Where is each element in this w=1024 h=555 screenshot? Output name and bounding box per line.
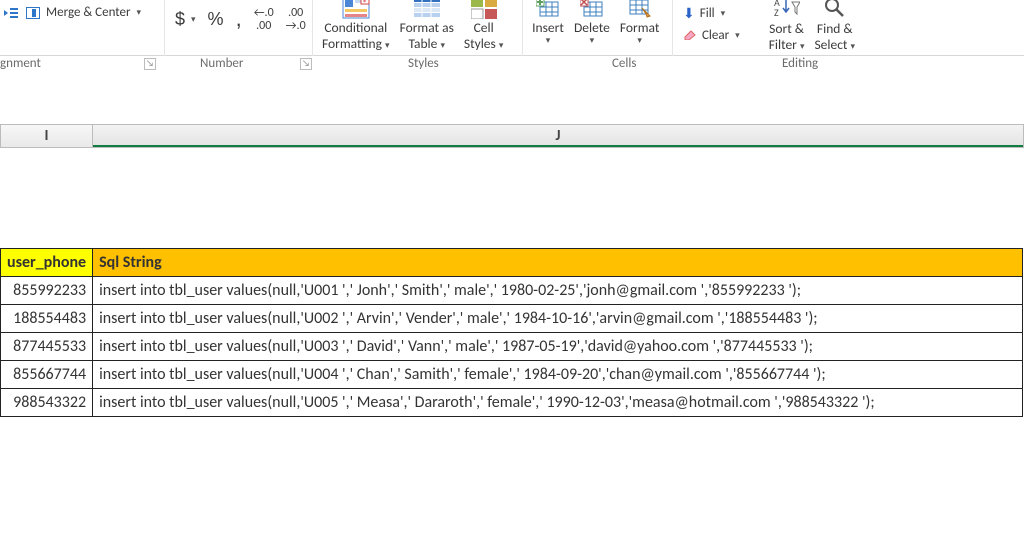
table-row: 877445533 insert into tbl_user values(nu… xyxy=(1,333,1023,361)
alignment-dialog-launcher[interactable]: ↘ xyxy=(144,58,156,70)
cell-styles-icon xyxy=(468,0,500,20)
cell-sql[interactable]: insert into tbl_user values(null,'U003 '… xyxy=(93,333,1023,361)
comma-style-button[interactable]: , xyxy=(232,4,246,34)
sheet-table: user_phone Sql String 855992233 insert i… xyxy=(0,248,1023,417)
group-label-styles: Styles xyxy=(408,56,439,71)
number-dialog-launcher[interactable]: ↘ xyxy=(300,58,312,70)
cell-sql[interactable]: insert into tbl_user values(null,'U004 '… xyxy=(93,361,1023,389)
autosum-button[interactable]: Σ xyxy=(679,0,744,2)
cell-sql[interactable]: insert into tbl_user values(null,'U001 '… xyxy=(93,277,1023,305)
column-header-I[interactable]: I xyxy=(1,125,93,147)
increase-decimal-button[interactable]: ←.0 .00 xyxy=(250,6,278,33)
ribbon-group-labels: gnment ↘ Number ↘ Styles Cells Editing xyxy=(0,56,1024,74)
percent-button[interactable]: % xyxy=(204,7,228,32)
table-row: 188554483 insert into tbl_user values(nu… xyxy=(1,305,1023,333)
merge-icon xyxy=(26,7,40,19)
insert-cells-button[interactable]: Insert ▾ xyxy=(529,0,567,46)
ribbon: Wrap Text Merge & Center General ▼ xyxy=(0,0,1024,56)
accounting-format-button[interactable]: $ xyxy=(171,7,200,32)
merge-center-button[interactable]: Merge & Center xyxy=(22,3,145,22)
group-label-editing: Editing xyxy=(782,56,818,71)
svg-text:Z: Z xyxy=(774,6,779,18)
table-row: 855667744 insert into tbl_user values(nu… xyxy=(1,361,1023,389)
conditional-formatting-button[interactable]: ≠ Conditional Formatting ▾ xyxy=(319,0,393,51)
outdent-button[interactable] xyxy=(0,5,22,21)
sort-filter-button[interactable]: AZ Sort & Filter ▾ xyxy=(766,0,808,52)
group-label-number: Number xyxy=(200,56,243,71)
eraser-icon xyxy=(683,27,697,44)
group-number: General ▼ $ % , ←.0 .00 .00 xyxy=(165,0,313,56)
merge-center-label: Merge & Center xyxy=(46,5,131,20)
column-header-user-phone[interactable]: user_phone xyxy=(1,249,93,277)
cell-phone[interactable]: 855667744 xyxy=(1,361,93,389)
decrease-decimal-button[interactable]: .00 →.0 xyxy=(282,6,310,33)
conditional-formatting-icon: ≠ xyxy=(340,0,372,20)
sort-filter-icon: AZ xyxy=(774,0,800,21)
cell-sql[interactable]: insert into tbl_user values(null,'U002 '… xyxy=(93,305,1023,333)
group-label-cells: Cells xyxy=(612,56,636,71)
column-headers: I J xyxy=(0,124,1024,148)
percent-icon: % xyxy=(208,9,224,30)
group-alignment: Wrap Text Merge & Center xyxy=(0,0,165,56)
delete-cells-button[interactable]: Delete ▾ xyxy=(571,0,613,46)
group-styles: ≠ Conditional Formatting ▾ Format as Tab… xyxy=(313,0,523,56)
cell-styles-button[interactable]: Cell Styles ▾ xyxy=(461,0,507,51)
group-label-alignment: gnment xyxy=(0,56,41,71)
table-row: 855992233 insert into tbl_user values(nu… xyxy=(1,277,1023,305)
insert-icon xyxy=(532,0,564,20)
cell-phone[interactable]: 188554483 xyxy=(1,305,93,333)
cell-phone[interactable]: 988543322 xyxy=(1,389,93,417)
group-editing: Σ ⬇ Fill Clear AZ Sort & xyxy=(673,0,1024,56)
cell-phone[interactable]: 877445533 xyxy=(1,333,93,361)
fill-button[interactable]: ⬇ Fill xyxy=(679,3,744,24)
comma-icon: , xyxy=(236,6,242,32)
format-as-table-icon xyxy=(411,0,443,20)
table-row: 988543322 insert into tbl_user values(nu… xyxy=(1,389,1023,417)
column-header-J[interactable]: J xyxy=(93,125,1023,147)
cell-phone[interactable]: 855992233 xyxy=(1,277,93,305)
delete-icon xyxy=(576,0,608,20)
fill-down-icon: ⬇ xyxy=(683,5,695,22)
svg-text:≠: ≠ xyxy=(363,0,367,5)
find-select-button[interactable]: Find & Select ▾ xyxy=(811,0,858,52)
column-header-sql-string[interactable]: Sql String xyxy=(93,249,1023,277)
format-cells-button[interactable]: Format ▾ xyxy=(617,0,663,46)
group-cells: Insert ▾ Delete ▾ Format ▾ xyxy=(523,0,673,56)
table-header-row: user_phone Sql String xyxy=(1,249,1023,277)
wrap-text-button[interactable]: Wrap Text xyxy=(0,0,80,1)
format-as-table-button[interactable]: Format as Table ▾ xyxy=(397,0,457,51)
dollar-icon: $ xyxy=(175,9,185,30)
find-icon xyxy=(823,0,847,21)
cell-sql[interactable]: insert into tbl_user values(null,'U005 '… xyxy=(93,389,1023,417)
outdent-icon xyxy=(4,7,18,19)
format-icon xyxy=(624,0,656,20)
clear-button[interactable]: Clear xyxy=(679,25,744,46)
